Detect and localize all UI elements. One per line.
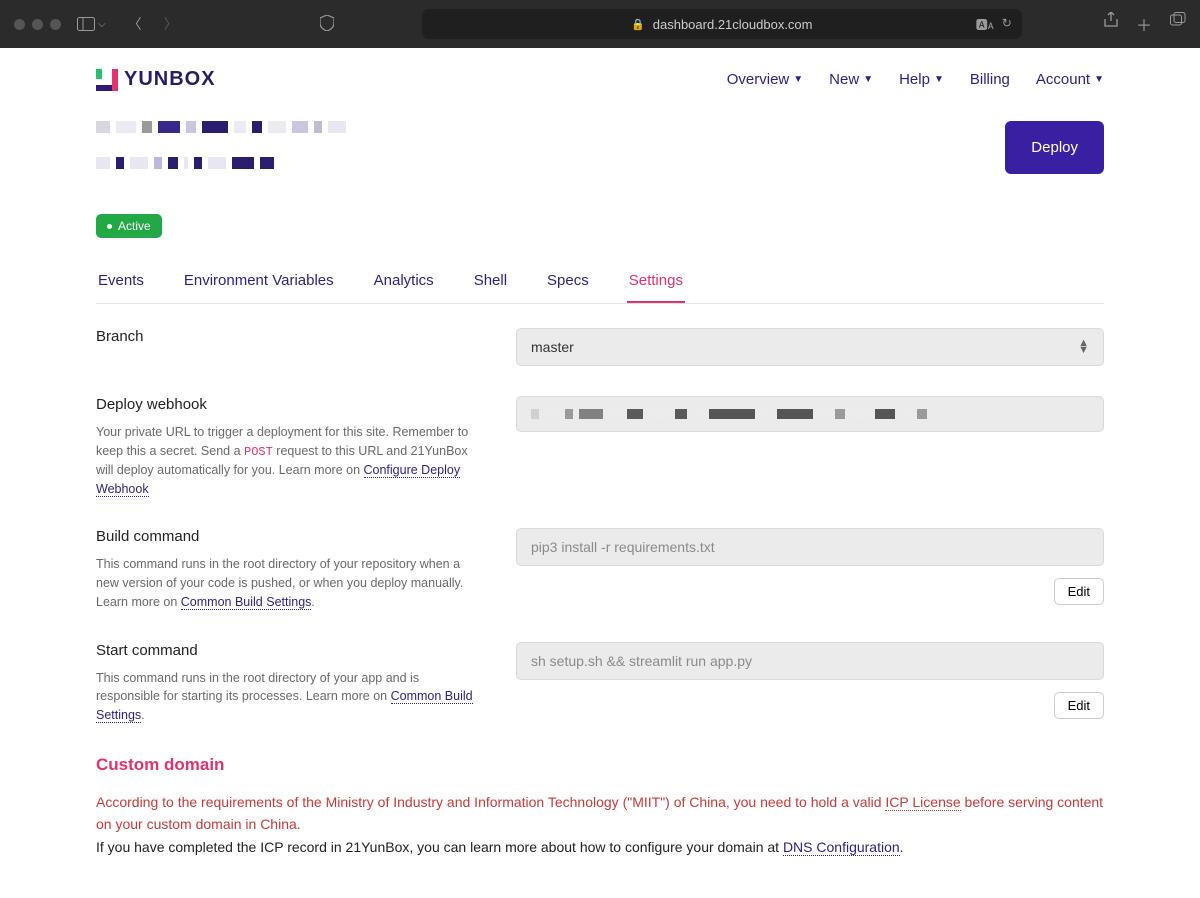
- nav-overview-label: Overview: [727, 71, 790, 88]
- close-window[interactable]: [14, 19, 25, 30]
- logo-text: YUNBOX: [124, 68, 216, 91]
- tab-events[interactable]: Events: [96, 262, 146, 303]
- caret-down-icon: ▼: [793, 74, 803, 85]
- url-text: dashboard.21cloudbox.com: [653, 17, 813, 32]
- logo[interactable]: YUNBOX: [96, 68, 216, 91]
- tab-shell[interactable]: Shell: [472, 262, 509, 303]
- share-icon[interactable]: [1104, 12, 1118, 36]
- new-tab-icon[interactable]: ＋: [1136, 12, 1152, 36]
- build-edit-button[interactable]: Edit: [1054, 578, 1104, 605]
- nav-help-label: Help: [899, 71, 930, 88]
- start-label: Start command: [96, 642, 476, 659]
- row-branch: Branch master ▲▼: [96, 328, 1104, 366]
- caret-down-icon: ▼: [1094, 74, 1104, 85]
- translate-icon[interactable]: 🅰ᴀ: [976, 16, 994, 33]
- build-learn-more-link[interactable]: Common Build Settings: [181, 595, 312, 610]
- address-bar[interactable]: 🔒 dashboard.21cloudbox.com 🅰ᴀ ↻: [422, 9, 1022, 39]
- window-controls: [14, 19, 61, 30]
- webhook-label: Deploy webhook: [96, 396, 476, 413]
- deploy-button[interactable]: Deploy: [1005, 121, 1104, 174]
- branch-label: Branch: [96, 328, 476, 345]
- project-url-redacted: [96, 157, 316, 169]
- nav-new-label: New: [829, 71, 859, 88]
- custom-domain-title: Custom domain: [96, 755, 1104, 775]
- project-title-redacted: [96, 121, 416, 133]
- row-deploy-webhook: Deploy webhook Your private URL to trigg…: [96, 396, 1104, 498]
- tab-environment-variables[interactable]: Environment Variables: [182, 262, 336, 303]
- back-button[interactable]: 〈: [122, 10, 148, 38]
- row-start-command: Start command This command runs in the r…: [96, 642, 1104, 725]
- status-badge-text: Active: [118, 219, 151, 233]
- tab-settings[interactable]: Settings: [627, 262, 685, 303]
- reload-icon[interactable]: ↻: [1002, 16, 1012, 33]
- project-title-area: [96, 121, 416, 169]
- logo-mark: [96, 69, 118, 91]
- nav-new[interactable]: New ▼: [829, 71, 873, 88]
- select-updown-icon: ▲▼: [1078, 340, 1089, 354]
- start-command-input[interactable]: sh setup.sh && streamlit run app.py: [516, 642, 1104, 680]
- nav-billing[interactable]: Billing: [970, 71, 1010, 88]
- nav-account[interactable]: Account ▼: [1036, 71, 1104, 88]
- project-header: Deploy: [96, 121, 1104, 174]
- nav-account-label: Account: [1036, 71, 1090, 88]
- dns-configuration-link[interactable]: DNS Configuration: [783, 839, 900, 856]
- caret-down-icon: ▼: [934, 74, 944, 85]
- webhook-description: Your private URL to trigger a deployment…: [96, 423, 476, 498]
- caret-down-icon: ▼: [863, 74, 873, 85]
- maximize-window[interactable]: [50, 19, 61, 30]
- nav-help[interactable]: Help ▼: [899, 71, 944, 88]
- nav-billing-label: Billing: [970, 71, 1010, 88]
- minimize-window[interactable]: [32, 19, 43, 30]
- nav-links: Overview▼ New▼ Help▼ Billing Account▼: [727, 71, 1104, 88]
- branch-value: master: [531, 339, 574, 355]
- webhook-url-redacted: [516, 396, 1104, 432]
- lock-icon: 🔒: [631, 18, 645, 31]
- browser-chrome: ⌵ 〈 〉 🔒 dashboard.21cloudbox.com 🅰ᴀ ↻ ＋: [0, 0, 1200, 48]
- sidebar-toggle-icon[interactable]: ⌵: [71, 13, 112, 35]
- tabs-overview-icon[interactable]: [1170, 12, 1186, 36]
- tabs: Events Environment Variables Analytics S…: [96, 262, 1104, 304]
- icp-license-link[interactable]: ICP License: [885, 794, 960, 811]
- settings-form: Branch master ▲▼ Deploy webhook Your pri…: [96, 328, 1104, 858]
- build-description: This command runs in the root directory …: [96, 555, 476, 611]
- branch-select[interactable]: master ▲▼: [516, 328, 1104, 366]
- start-edit-button[interactable]: Edit: [1054, 692, 1104, 719]
- build-label: Build command: [96, 528, 476, 545]
- build-command-input[interactable]: pip3 install -r requirements.txt: [516, 528, 1104, 566]
- tab-analytics[interactable]: Analytics: [372, 262, 436, 303]
- start-description: This command runs in the root directory …: [96, 669, 476, 725]
- status-badge: Active: [96, 214, 162, 238]
- tab-specs[interactable]: Specs: [545, 262, 591, 303]
- address-bar-container: 🔒 dashboard.21cloudbox.com 🅰ᴀ ↻: [350, 9, 1094, 39]
- shield-icon[interactable]: [314, 11, 340, 38]
- nav-overview[interactable]: Overview▼: [727, 71, 803, 88]
- row-build-command: Build command This command runs in the r…: [96, 528, 1104, 611]
- top-nav: YUNBOX Overview▼ New▼ Help▼ Billing Acco…: [96, 68, 1104, 91]
- forward-button[interactable]: 〉: [158, 10, 184, 38]
- custom-domain-notice: According to the requirements of the Min…: [96, 791, 1104, 858]
